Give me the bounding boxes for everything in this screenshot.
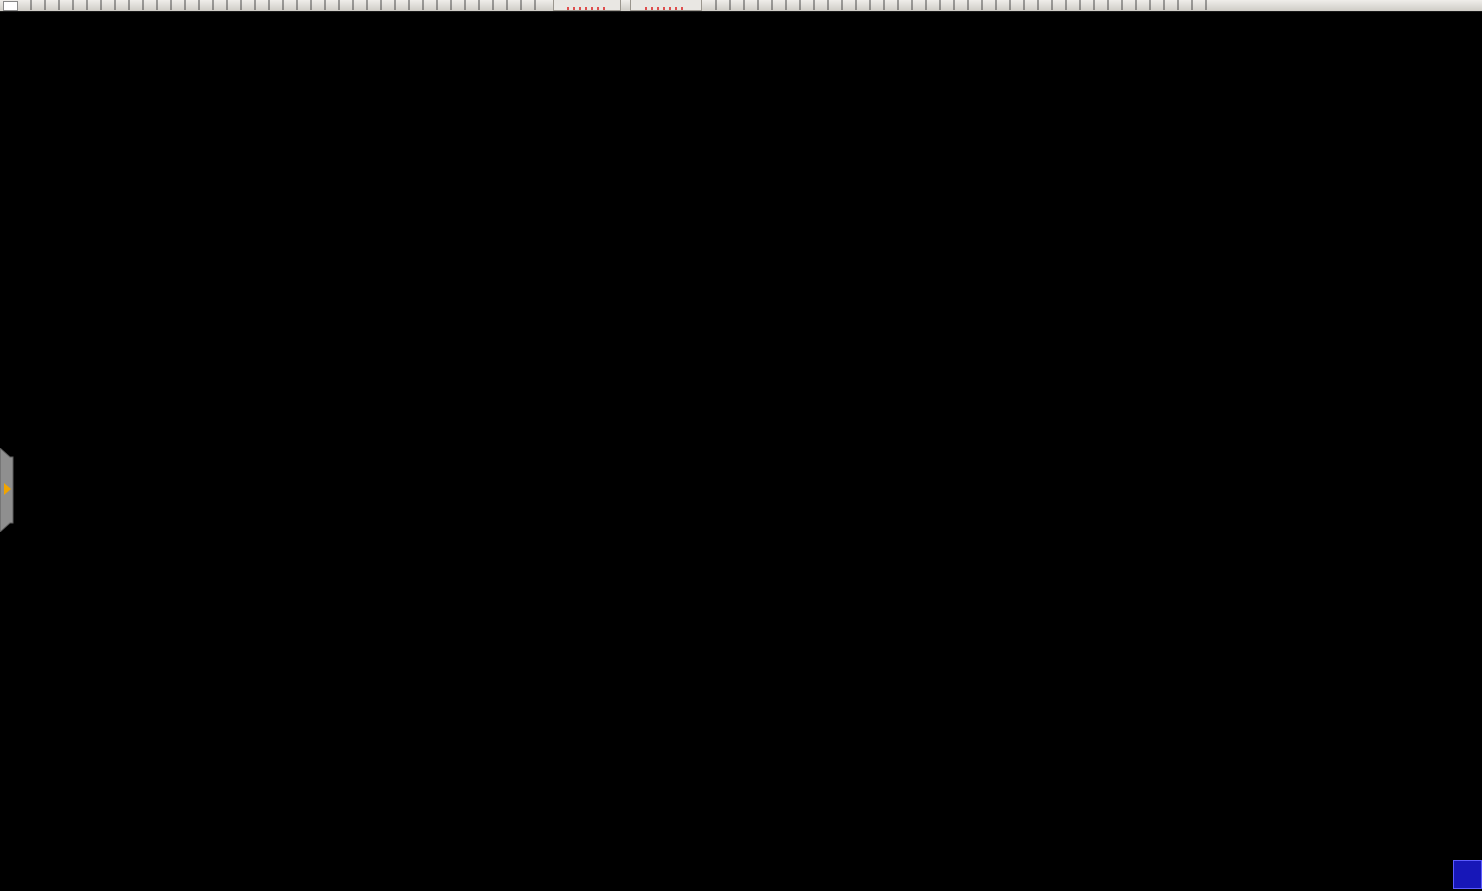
period-badge[interactable] xyxy=(1453,860,1482,889)
chart-canvas[interactable] xyxy=(0,0,1482,891)
menu-bar[interactable] xyxy=(0,0,1482,12)
menu-text-fragment-2 xyxy=(715,0,1215,10)
stock-app-window xyxy=(0,0,1482,891)
menu-text-fragment xyxy=(30,0,540,10)
sidebar-slide-handle[interactable] xyxy=(0,448,17,532)
toolbar-button-2[interactable] xyxy=(630,0,702,11)
toolbar-button-1[interactable] xyxy=(553,0,621,11)
app-window-icon[interactable] xyxy=(3,1,18,11)
